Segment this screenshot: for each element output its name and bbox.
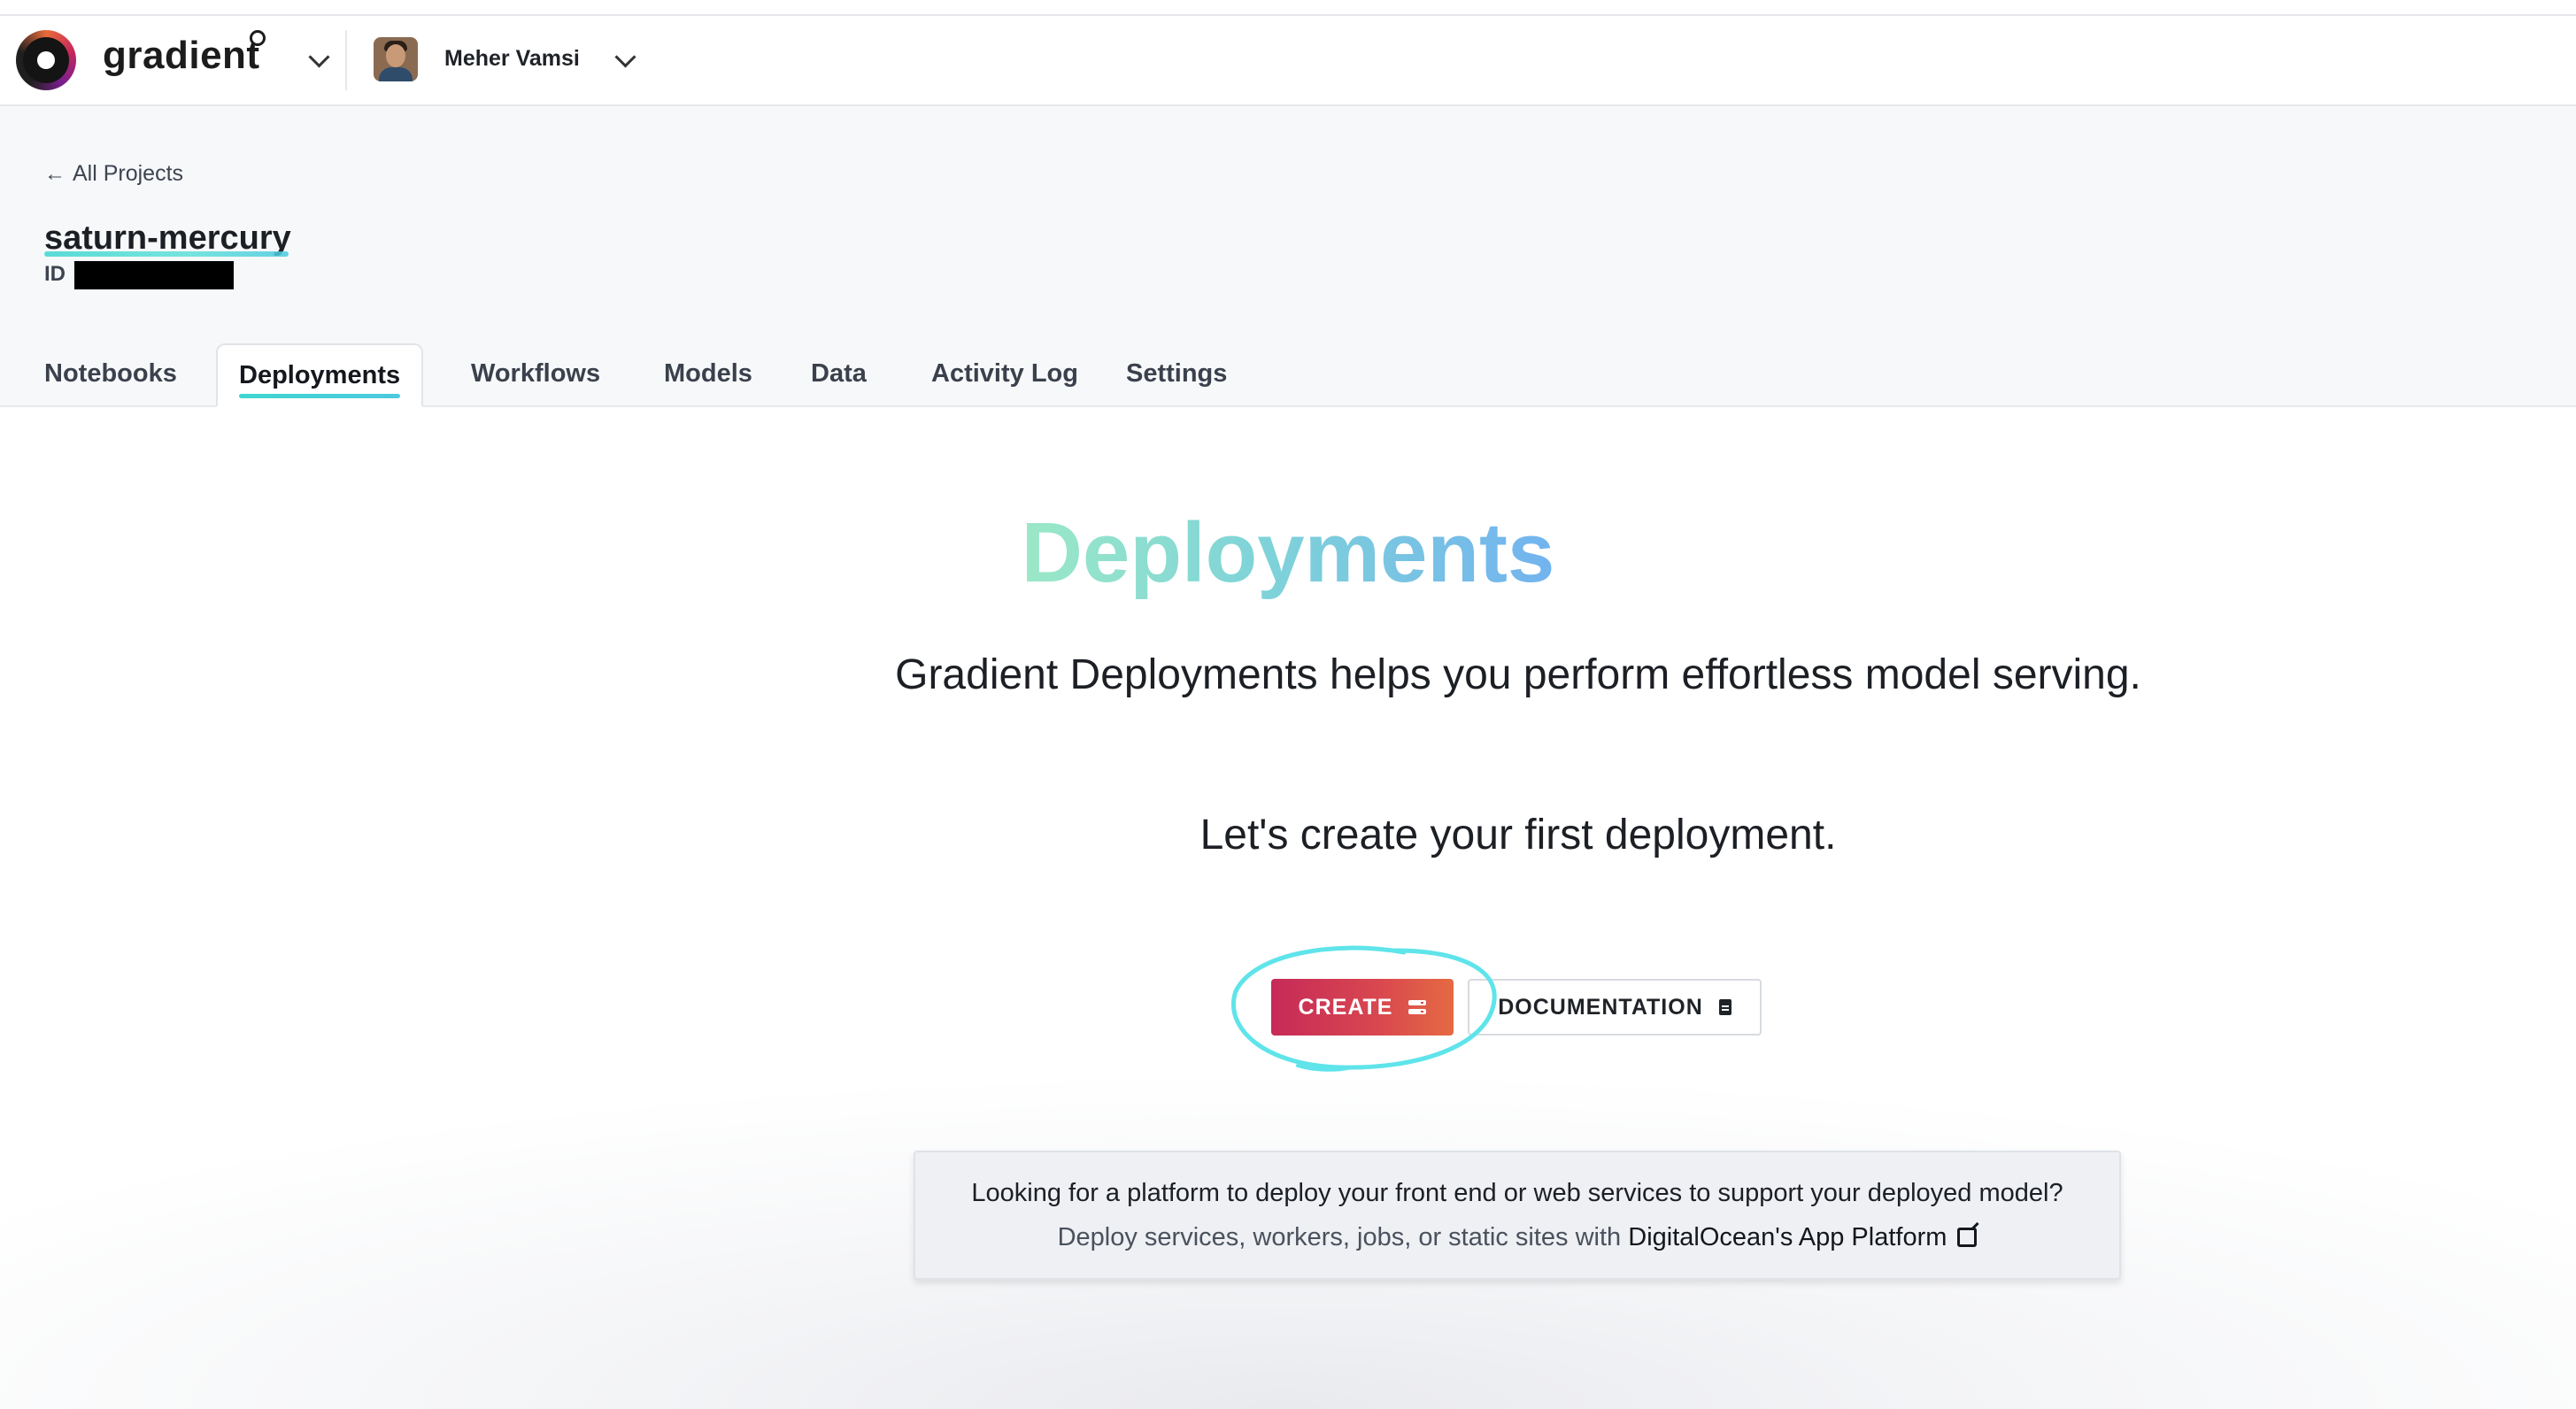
annotation-underline: [44, 251, 289, 257]
documentation-button-label: DOCUMENTATION: [1498, 994, 1703, 1020]
chevron-down-icon[interactable]: [614, 46, 636, 68]
callout-answer: Deploy services, workers, jobs, or stati…: [915, 1223, 2119, 1252]
tab-models[interactable]: Models: [643, 343, 774, 404]
annotation-circle: [1231, 945, 1497, 1072]
page-title: Deployments: [1021, 505, 1555, 600]
callout-question: Looking for a platform to deploy your fr…: [971, 1179, 2063, 1207]
tab-deployments[interactable]: Deployments: [216, 343, 424, 407]
project-header: ← All Projects saturn-mercury ID Notebook…: [0, 106, 2576, 407]
app-platform-callout: Looking for a platform to deploy your fr…: [914, 1151, 2121, 1280]
project-id-label: ID: [44, 262, 66, 286]
all-projects-label: All Projects: [73, 161, 184, 186]
chevron-down-icon[interactable]: [308, 46, 330, 68]
avatar[interactable]: [374, 37, 418, 81]
external-link-icon: [1957, 1228, 1978, 1247]
document-icon: [1718, 999, 1731, 1015]
page-cta-text: Let's create your first deployment.: [1199, 812, 1837, 858]
arrow-left-icon: ←: [44, 162, 66, 186]
app-platform-link[interactable]: DigitalOcean's App Platform: [1628, 1223, 1978, 1251]
brand-degree-mark: [250, 30, 266, 46]
page-description: Gradient Deployments helps you perform e…: [895, 651, 2141, 698]
header-divider: [345, 30, 347, 90]
user-name[interactable]: Meher Vamsi: [444, 46, 580, 72]
callout-answer-text: Deploy services, workers, jobs, or stati…: [1057, 1223, 1622, 1251]
top-header: gradient Meher Vamsi: [0, 16, 2576, 106]
window-top-strip: [0, 0, 2576, 16]
tab-workflows[interactable]: Workflows: [450, 343, 621, 404]
documentation-button[interactable]: DOCUMENTATION: [1468, 979, 1762, 1036]
tab-notebooks[interactable]: Notebooks: [23, 343, 198, 404]
tab-activity-log[interactable]: Activity Log: [910, 343, 1099, 404]
gradient-logo-icon[interactable]: [16, 30, 76, 90]
project-id-redacted: [74, 261, 234, 289]
tab-settings[interactable]: Settings: [1105, 343, 1248, 404]
all-projects-link[interactable]: ← All Projects: [44, 161, 183, 187]
tab-data[interactable]: Data: [790, 343, 888, 404]
brand-name[interactable]: gradient: [103, 34, 260, 78]
deployments-empty-state: Deployments Gradient Deployments helps y…: [0, 407, 2576, 1409]
